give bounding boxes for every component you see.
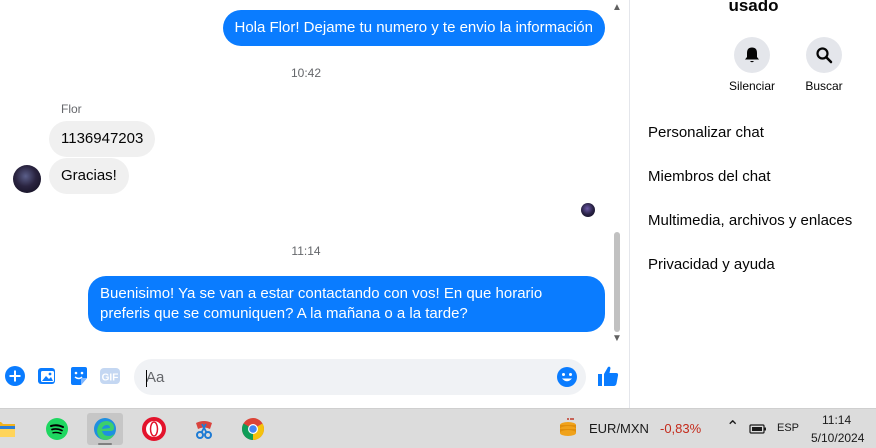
emoji-icon[interactable] <box>556 366 578 388</box>
outgoing-message[interactable]: Hola Flor! Dejame tu numero y te envio l… <box>222 10 605 46</box>
scrollbar-thumb[interactable] <box>614 232 620 332</box>
message-input[interactable] <box>134 359 544 395</box>
sticker-icon[interactable] <box>68 365 90 387</box>
battery-icon[interactable] <box>749 422 767 439</box>
chrome-icon[interactable] <box>235 413 271 445</box>
clock-date[interactable]: 5/10/2024 <box>811 431 864 445</box>
menu-item-privacy-help[interactable]: Privacidad y ayuda <box>648 256 775 273</box>
seen-avatar <box>581 203 595 217</box>
search-label: Buscar <box>805 79 843 93</box>
gif-icon[interactable]: GIF <box>99 365 121 387</box>
snipping-tool-icon[interactable] <box>186 413 222 445</box>
edge-icon[interactable] <box>87 413 123 445</box>
message-text: 1136947203 <box>61 130 144 147</box>
plus-icon[interactable] <box>4 365 26 387</box>
taskbar: EUR/MXN -0,83% ⌃ ESP 11:14 5/10/2024 <box>0 408 876 448</box>
currency-pair[interactable]: EUR/MXN <box>589 421 649 436</box>
search-icon <box>806 37 842 73</box>
chevron-up-icon[interactable]: ⌃ <box>726 417 739 437</box>
timestamp: 11:14 <box>291 244 321 258</box>
incoming-message[interactable]: 1136947203 <box>49 121 156 157</box>
message-text: Gracias! <box>61 167 117 184</box>
messenger-window: Hola Flor! Dejame tu numero y te envio l… <box>0 0 876 408</box>
active-app-indicator <box>98 443 112 445</box>
menu-item-customize-chat[interactable]: Personalizar chat <box>648 124 764 141</box>
menu-item-media-files-links[interactable]: Multimedia, archivos y enlaces <box>648 212 852 229</box>
scroll-down-arrow-icon[interactable]: ▼ <box>612 333 622 345</box>
incoming-message[interactable]: Gracias! <box>49 158 129 194</box>
sender-name: Flor <box>61 102 82 116</box>
mute-button[interactable]: Silenciar <box>712 37 792 93</box>
spotify-icon[interactable] <box>39 413 75 445</box>
search-button[interactable]: Buscar <box>784 37 864 93</box>
message-input-wrapper <box>134 359 586 395</box>
svg-text:GIF: GIF <box>102 373 119 384</box>
chat-title: usado <box>728 0 779 15</box>
message-text: Hola Flor! Dejame tu numero y te envio l… <box>234 19 594 36</box>
chat-info-panel: usado Silenciar Buscar Personalizar chat… <box>631 0 876 408</box>
outgoing-message[interactable]: Buenisimo! Ya se van a estar contactando… <box>88 276 605 332</box>
message-text: Buenisimo! Ya se van a estar contactando… <box>100 285 543 322</box>
currency-change[interactable]: -0,83% <box>660 421 701 436</box>
chat-pane: Hola Flor! Dejame tu numero y te envio l… <box>0 0 630 408</box>
clock-time[interactable]: 11:14 <box>822 413 851 427</box>
file-explorer-icon[interactable] <box>0 413 22 445</box>
language-indicator[interactable]: ESP <box>777 422 799 434</box>
composer: GIF <box>0 355 630 400</box>
timestamp: 10:42 <box>290 66 322 80</box>
scroll-up-arrow-icon[interactable]: ▲ <box>612 2 622 14</box>
like-icon[interactable] <box>596 364 620 388</box>
scrollbar[interactable]: ▲ ▼ <box>612 0 622 350</box>
text-caret <box>146 370 147 387</box>
image-icon[interactable] <box>36 365 58 387</box>
message-list[interactable]: Hola Flor! Dejame tu numero y te envio l… <box>0 0 630 350</box>
mute-label: Silenciar <box>728 79 776 93</box>
currency-widget-icon[interactable] <box>550 413 586 445</box>
bell-icon <box>734 37 770 73</box>
menu-item-chat-members[interactable]: Miembros del chat <box>648 168 771 185</box>
avatar[interactable] <box>13 165 41 193</box>
opera-icon[interactable] <box>136 413 172 445</box>
